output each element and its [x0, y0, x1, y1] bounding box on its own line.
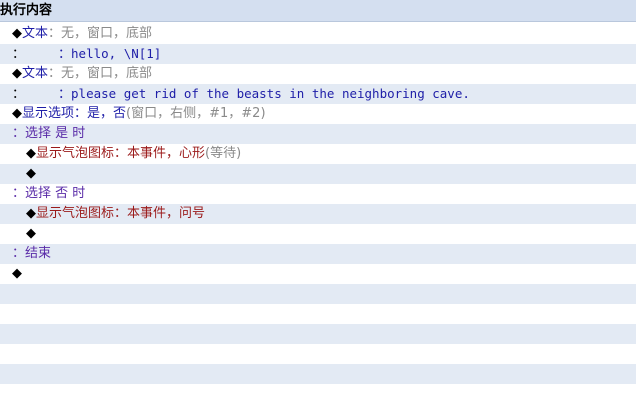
empty-row	[0, 344, 636, 364]
command-row-empty-end[interactable]: ◆	[0, 264, 636, 284]
command-marker: ◆	[12, 106, 22, 121]
command-name: 显示气泡图标	[36, 146, 115, 161]
command-name: 文本	[22, 26, 49, 41]
continuation-marker: ：	[12, 47, 26, 62]
command-marker: ◆	[26, 146, 36, 161]
command-args: (窗口，右侧，#1，#2)	[126, 106, 266, 121]
command-args: (等待)	[205, 146, 242, 161]
command-row-text-1-body[interactable]: ：：hello, \N[1]	[0, 44, 636, 64]
command-separator: ：	[74, 106, 88, 121]
command-separator: ：	[114, 146, 128, 161]
command-separator: ：	[48, 66, 62, 81]
command-args: 无，窗口，底部	[61, 66, 153, 81]
branch-row-no[interactable]: ：选择 否 时	[0, 184, 636, 204]
command-row-text-2[interactable]: ◆文本：无，窗口，底部	[0, 64, 636, 84]
command-main-args: 本事件，心形	[127, 146, 206, 161]
command-list[interactable]: ◆文本：无，窗口，底部 ：：hello, \N[1] ◆文本：无，窗口，底部 ：…	[0, 24, 636, 384]
command-marker: ◆	[12, 26, 22, 41]
command-marker: ◆	[12, 266, 22, 281]
command-marker: ◆	[26, 206, 36, 221]
event-contents-panel: 执行内容 ◆文本：无，窗口，底部 ：：hello, \N[1] ◆文本：无，窗口…	[0, 0, 636, 401]
branch-marker: ：	[12, 186, 26, 201]
command-marker: ◆	[26, 226, 36, 241]
command-row-balloon-heart[interactable]: ◆显示气泡图标：本事件，心形(等待)	[0, 144, 636, 164]
branch-marker: ：	[12, 246, 26, 261]
branch-row-yes[interactable]: ：选择 是 时	[0, 124, 636, 144]
command-row-text-2-body[interactable]: ：：please get rid of the beasts in the ne…	[0, 84, 636, 104]
branch-row-end[interactable]: ：结束	[0, 244, 636, 264]
command-marker: ◆	[26, 166, 36, 181]
continuation-marker: ：	[12, 87, 26, 102]
message-text: hello, \N[1]	[71, 46, 162, 61]
continuation-separator: ：	[58, 87, 72, 102]
command-name: 显示气泡图标	[36, 206, 115, 221]
branch-label: 结束	[25, 246, 52, 261]
command-separator: ：	[114, 206, 128, 221]
empty-row	[0, 284, 636, 304]
branch-marker: ：	[12, 126, 26, 141]
continuation-separator: ：	[58, 47, 72, 62]
empty-row	[0, 324, 636, 344]
command-args: 无，窗口，底部	[61, 26, 153, 41]
empty-row	[0, 304, 636, 324]
command-name: 文本	[22, 66, 49, 81]
command-main-args: 本事件，问号	[127, 206, 206, 221]
panel-header: 执行内容	[0, 0, 636, 22]
command-main-args: 是，否	[87, 106, 127, 121]
message-text: please get rid of the beasts in the neig…	[71, 86, 470, 101]
command-separator: ：	[48, 26, 62, 41]
command-row-empty-no[interactable]: ◆	[0, 224, 636, 244]
empty-row	[0, 364, 636, 384]
command-marker: ◆	[12, 66, 22, 81]
branch-label: 选择 否 时	[25, 186, 86, 201]
command-row-empty-yes[interactable]: ◆	[0, 164, 636, 184]
command-row-text-1[interactable]: ◆文本：无，窗口，底部	[0, 24, 636, 44]
panel-title: 执行内容	[0, 3, 53, 18]
command-row-balloon-question[interactable]: ◆显示气泡图标：本事件，问号	[0, 204, 636, 224]
command-name: 显示选项	[22, 106, 75, 121]
command-row-show-choices[interactable]: ◆显示选项：是，否(窗口，右侧，#1，#2)	[0, 104, 636, 124]
branch-label: 选择 是 时	[25, 126, 86, 141]
